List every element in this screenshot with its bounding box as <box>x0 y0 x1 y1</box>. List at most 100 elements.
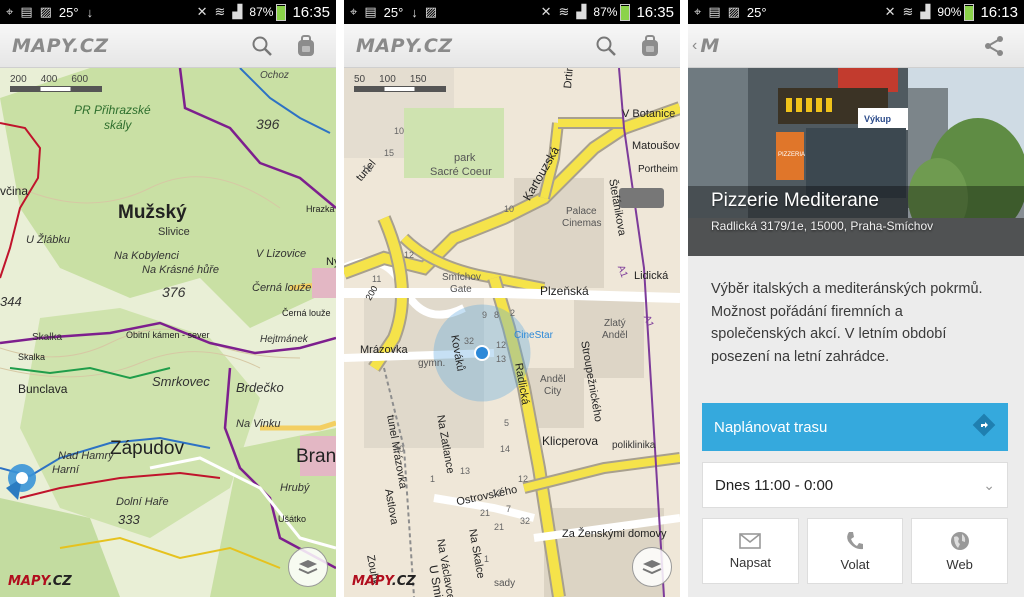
map-label: City <box>544 386 562 397</box>
map-label: Zápudov <box>110 438 184 459</box>
map-label: Ušátko <box>278 514 307 524</box>
map-label: Zlatý <box>604 318 626 329</box>
battery-percent: 87% <box>593 5 618 19</box>
scale-label: 400 <box>40 74 58 85</box>
house-number: 12 <box>492 488 503 498</box>
email-button[interactable]: Napsat <box>702 518 799 584</box>
house-number: 32 <box>464 336 475 346</box>
map-label: Hrubý <box>280 482 310 494</box>
mute-icon: ✕ <box>196 4 208 19</box>
map-label: Dolní Haře <box>116 496 169 508</box>
map-label: Cinemas <box>562 218 602 229</box>
street-label: Lidická <box>634 270 669 282</box>
app-logo[interactable]: MAPY.CZ <box>12 35 109 57</box>
app-logo[interactable]: MAPY.CZ <box>356 35 453 57</box>
search-icon[interactable] <box>592 32 620 60</box>
web-button[interactable]: Web <box>911 518 1009 584</box>
wifi-icon: ≋ <box>214 4 226 19</box>
chevron-left-icon: ‹ <box>692 36 698 54</box>
map-label: Na Krásné hůře <box>142 264 220 276</box>
street-label: Matoušova <box>632 140 680 152</box>
elevation-label: 333 <box>118 512 140 527</box>
street-label: Za Ženskými domovy <box>562 528 667 540</box>
status-bar: ⌖ ▤ ▨ 25° ↓ ✕ ≋ ▟ 87% 16:35 <box>0 0 336 24</box>
scale-label: 150 <box>409 74 427 85</box>
layers-button[interactable] <box>288 547 328 587</box>
map-label: Ochoz <box>260 70 289 81</box>
web-label: Web <box>946 556 973 572</box>
clock: 16:13 <box>980 3 1018 21</box>
map-label: Skalka <box>32 332 63 343</box>
street-label: Klicperova <box>542 434 599 448</box>
screen-tourist-map: ⌖ ▤ ▨ 25° ↓ ✕ ≋ ▟ 87% 16:35 MAPY.CZ 200 … <box>0 0 336 597</box>
scale-label: 100 <box>379 74 396 85</box>
mapy-watermark: MAPY.CZ <box>8 574 72 589</box>
gps-icon: ⌖ <box>694 4 702 19</box>
share-icon[interactable] <box>980 32 1008 60</box>
opening-hours-text: Dnes 11:00 - 0:00 <box>715 476 834 494</box>
action-bar: ‹ M <box>688 24 1024 68</box>
house-number: 12 <box>496 340 507 350</box>
elevation-label: 396 <box>256 116 280 132</box>
layers-icon <box>642 560 662 575</box>
map-label: Černá louže <box>252 282 312 294</box>
map-label: Sacré Coeur <box>430 166 492 178</box>
house-number: 1 <box>484 554 490 564</box>
map-label: Nad Hamry <box>58 450 114 462</box>
battery-icon <box>276 3 287 21</box>
backpack-icon[interactable] <box>636 32 664 60</box>
sd-card-icon: ▤ <box>364 4 377 19</box>
map-label: sady <box>494 578 516 589</box>
map-label: park <box>454 152 476 164</box>
opening-hours[interactable]: Dnes 11:00 - 0:00 ⌄ <box>702 462 1008 508</box>
download-icon: ↓ <box>86 4 94 20</box>
plan-route-button[interactable]: Naplánovat trasu <box>702 403 1008 451</box>
download-icon: ↓ <box>411 4 418 20</box>
battery-icon <box>620 3 631 21</box>
battery-percent: 90% <box>937 5 962 19</box>
map-label: Mužský <box>118 202 187 223</box>
layers-button[interactable] <box>632 547 672 587</box>
map-label: Ny <box>326 256 336 268</box>
house-number: 21 <box>480 508 491 518</box>
map-label: gymn. <box>418 358 446 369</box>
clock: 16:35 <box>636 3 674 21</box>
search-icon[interactable] <box>248 32 276 60</box>
weather-temp: 25° <box>746 4 767 20</box>
house-number: 13 <box>496 354 507 364</box>
map-label: Hejtmánek <box>260 334 308 345</box>
map-label: Gate <box>450 284 472 295</box>
signal-icon: ▟ <box>576 4 587 19</box>
map-label: V Lizovice <box>256 248 307 260</box>
backpack-icon[interactable] <box>292 32 320 60</box>
back-button[interactable]: ‹ M <box>692 35 720 57</box>
house-number: 32 <box>520 516 531 526</box>
store-sign: PIZZERIA <box>778 152 806 158</box>
house-number: 10 <box>504 204 515 214</box>
map-label: skály <box>104 118 132 132</box>
house-number: 8 <box>494 310 500 320</box>
map-label: Anděl <box>602 330 628 341</box>
status-bar: ⌖ ▤ 25° ↓ ▨ ✕ ≋ ▟ 87% 16:35 <box>344 0 680 24</box>
tourist-map[interactable]: 200 400 600 Ochoz PR Přihrazské skály 39… <box>0 68 336 597</box>
sd-card-icon: ▤ <box>20 4 33 19</box>
wifi-icon: ≋ <box>902 4 914 19</box>
signal-icon: ▟ <box>232 4 243 19</box>
map-label: Portheim <box>638 164 679 175</box>
battery-icon <box>964 3 975 21</box>
map-label: Hrazka <box>306 204 335 214</box>
app-logo: M <box>700 34 720 57</box>
poi-photo[interactable]: Výkup PIZZERIA Pizzerie Mediterane Radli… <box>688 68 1024 256</box>
mute-icon: ✕ <box>884 4 896 19</box>
house-number: 2 <box>510 308 516 318</box>
city-map[interactable]: 50 100 150 Drtinova V Botanice Matoušova… <box>344 68 680 597</box>
house-number: 1 <box>430 474 436 484</box>
directions-icon <box>972 413 996 442</box>
contact-actions: Napsat Volat Web <box>702 518 1009 584</box>
mapy-watermark: MAPY.CZ <box>352 574 416 589</box>
call-button[interactable]: Volat <box>806 518 904 584</box>
street-label: V Botanice <box>622 108 676 120</box>
map-label: Černá louže <box>282 308 331 318</box>
screen-poi-detail: ⌖ ▤ ▨ 25° ✕ ≋ ▟ 90% 16:13 ‹ M Výkup PIZZ… <box>688 0 1024 597</box>
globe-icon <box>950 531 969 550</box>
